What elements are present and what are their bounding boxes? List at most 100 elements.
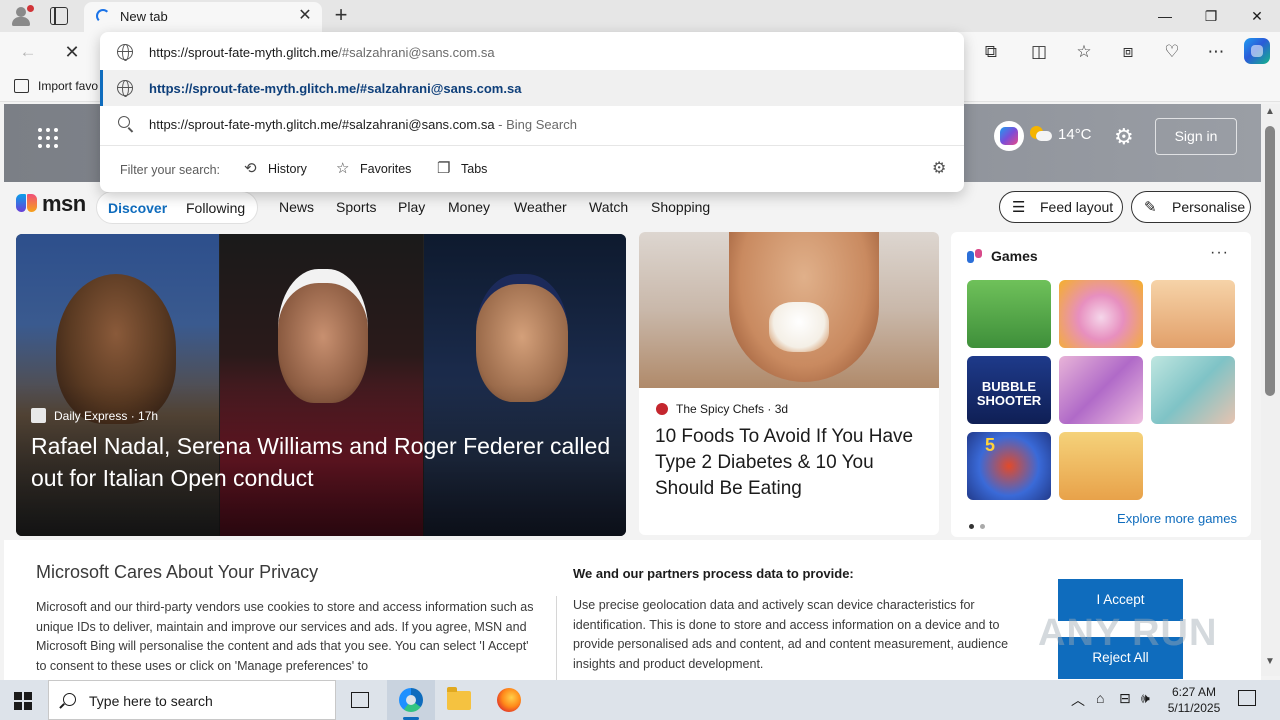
filter-label: Filter your search: [120, 163, 221, 177]
feed-layout-button[interactable]: ☰ Feed layout [999, 191, 1123, 223]
tab-new-tab[interactable]: New tab ✕ [84, 2, 322, 32]
windows-taskbar: Type here to search ︿ ⌂ ⊟ 🕪 6:27 AM 5/11… [0, 680, 1280, 720]
notifications-icon[interactable] [1238, 690, 1256, 706]
game-tile[interactable] [1059, 432, 1143, 500]
tab-actions-icon[interactable] [50, 7, 68, 25]
network-icon[interactable]: ⊟ [1119, 690, 1131, 707]
nav-play[interactable]: Play [398, 199, 425, 215]
copilot-icon[interactable] [1244, 38, 1270, 64]
weather-temperature: 14 [1058, 126, 1075, 143]
more-options-icon[interactable]: ⋯ [1202, 38, 1230, 66]
suggestion-bing-search[interactable]: https://sprout-fate-myth.glitch.me/#salz… [100, 106, 964, 142]
explore-more-games-link[interactable]: Explore more games [1117, 511, 1237, 526]
personalise-icon: ✎ [1144, 199, 1157, 216]
task-view-icon [351, 692, 369, 708]
game-tile-label: BUBBLE SHOOTER [976, 379, 1042, 408]
game-tile[interactable] [1059, 356, 1143, 424]
game-tile[interactable] [967, 280, 1051, 348]
msn-butterfly-icon [16, 194, 38, 214]
taskbar-file-explorer[interactable] [435, 680, 483, 720]
import-favorites-link[interactable]: Import favo [38, 79, 98, 93]
game-tile[interactable] [1151, 280, 1235, 348]
address-input[interactable]: https://sprout-fate-myth.glitch.me/#salz… [100, 34, 964, 70]
header-copilot-icon[interactable] [994, 121, 1024, 151]
games-icon [967, 249, 983, 263]
sign-in-button[interactable]: Sign in [1155, 118, 1237, 155]
hero-source: Daily Express · 17h [31, 408, 158, 423]
tab-following[interactable]: Following [186, 200, 245, 216]
game-tile[interactable]: 5 [967, 432, 1051, 500]
apps-grid-icon[interactable] [38, 128, 58, 148]
search-settings-gear-icon[interactable]: ⚙ [932, 161, 948, 177]
tab-close-icon[interactable]: ✕ [296, 7, 314, 25]
nav-watch[interactable]: Watch [589, 199, 628, 215]
games-widget: Games ··· BUBBLE SHOOTER 5 Explore more … [951, 232, 1251, 537]
hero-source-name: Daily Express [54, 409, 128, 423]
task-view-button[interactable] [336, 680, 384, 720]
nav-money[interactable]: Money [448, 199, 490, 215]
privacy-title: Microsoft Cares About Your Privacy [36, 562, 319, 582]
browser-essentials-icon[interactable]: ♡ [1158, 38, 1186, 66]
bing-query-text: https://sprout-fate-myth.glitch.me/#salz… [149, 117, 495, 132]
favorites-icon[interactable]: ☆ [1070, 38, 1098, 66]
privacy-purposes-title: We and our partners process data to prov… [573, 566, 854, 581]
games-more-icon[interactable]: ··· [1210, 244, 1229, 262]
page-scrollbar[interactable]: ▲ ▼ [1261, 104, 1280, 676]
game-tile-bubble-shooter[interactable]: BUBBLE SHOOTER [967, 356, 1051, 424]
privacy-banner: Microsoft Cares About Your Privacy Micro… [4, 540, 1261, 680]
nav-sports[interactable]: Sports [336, 199, 376, 215]
minimize-button[interactable]: — [1142, 0, 1188, 32]
address-input-path: /#salzahrani@sans.com.sa [338, 45, 495, 60]
tab-discover[interactable]: Discover [108, 200, 167, 216]
new-tab-button[interactable]: + [330, 4, 352, 28]
volume-icon[interactable]: 🕪 [1141, 690, 1150, 707]
hero-age: 17h [138, 409, 159, 423]
filter-tabs[interactable]: ❐ Tabs [437, 160, 497, 180]
restore-button[interactable]: ❐ [1188, 0, 1234, 32]
star-icon: ☆ [336, 160, 350, 177]
tray-chevron-icon[interactable]: ︿ [1071, 690, 1085, 710]
taskbar-edge[interactable] [387, 680, 435, 720]
scroll-thumb[interactable] [1265, 126, 1275, 396]
collections-icon[interactable]: ⧈ [1114, 38, 1142, 66]
news-card-headline[interactable]: 10 Foods To Avoid If You Have Type 2 Dia… [655, 424, 925, 502]
windows-start-icon[interactable] [14, 692, 32, 710]
nav-news[interactable]: News [279, 199, 314, 215]
extensions-icon[interactable]: ⧉ [977, 38, 1005, 66]
stop-loading-button[interactable]: ✕ [58, 38, 86, 66]
game-tile[interactable] [1151, 356, 1235, 424]
games-title: Games [991, 248, 1038, 264]
taskbar-clock[interactable]: 6:27 AM 5/11/2025 [1164, 684, 1224, 716]
game-tile[interactable] [1059, 280, 1143, 348]
nav-weather[interactable]: Weather [514, 199, 567, 215]
carousel-dots[interactable] [969, 517, 991, 532]
back-button[interactable]: ← [14, 38, 42, 66]
settings-gear-icon[interactable]: ⚙ [1114, 124, 1134, 150]
feed-layout-label: Feed layout [1040, 199, 1114, 215]
news-card-image [639, 232, 939, 388]
hero-news-card[interactable]: Daily Express · 17h Rafael Nadal, Serena… [16, 234, 626, 536]
suggestion-url-text: https://sprout-fate-myth.glitch.me/#salz… [149, 81, 522, 96]
profile-icon[interactable] [8, 4, 34, 28]
nav-shopping[interactable]: Shopping [651, 199, 710, 215]
title-bar: New tab ✕ + — ❐ ✕ [0, 0, 1280, 32]
personalise-label: Personalise [1172, 199, 1246, 215]
taskbar-firefox[interactable] [485, 680, 533, 720]
scroll-down-arrow-icon[interactable]: ▼ [1265, 656, 1275, 667]
suggestion-url[interactable]: https://sprout-fate-myth.glitch.me/#salz… [100, 70, 964, 106]
tray-device-icon[interactable]: ⌂ [1096, 690, 1104, 706]
weather-widget[interactable]: 14°C [1030, 126, 1092, 143]
personalise-button[interactable]: ✎ Personalise [1131, 191, 1251, 223]
scroll-up-arrow-icon[interactable]: ▲ [1265, 106, 1275, 117]
split-screen-icon[interactable]: ◫ [1025, 38, 1053, 66]
hero-headline[interactable]: Rafael Nadal, Serena Williams and Roger … [31, 430, 611, 494]
filter-tabs-label: Tabs [461, 162, 488, 176]
taskbar-search-box[interactable]: Type here to search [48, 680, 336, 720]
bing-suffix-text: - Bing Search [494, 117, 577, 132]
filter-history[interactable]: ⟲ History [244, 160, 314, 180]
news-card[interactable]: The Spicy Chefs · 3d 10 Foods To Avoid I… [639, 232, 939, 535]
filter-favorites[interactable]: ☆ Favorites [336, 160, 416, 180]
anyrun-watermark: ANY RUN [1038, 612, 1218, 654]
close-window-button[interactable]: ✕ [1234, 0, 1280, 32]
daily-express-icon [31, 408, 46, 423]
